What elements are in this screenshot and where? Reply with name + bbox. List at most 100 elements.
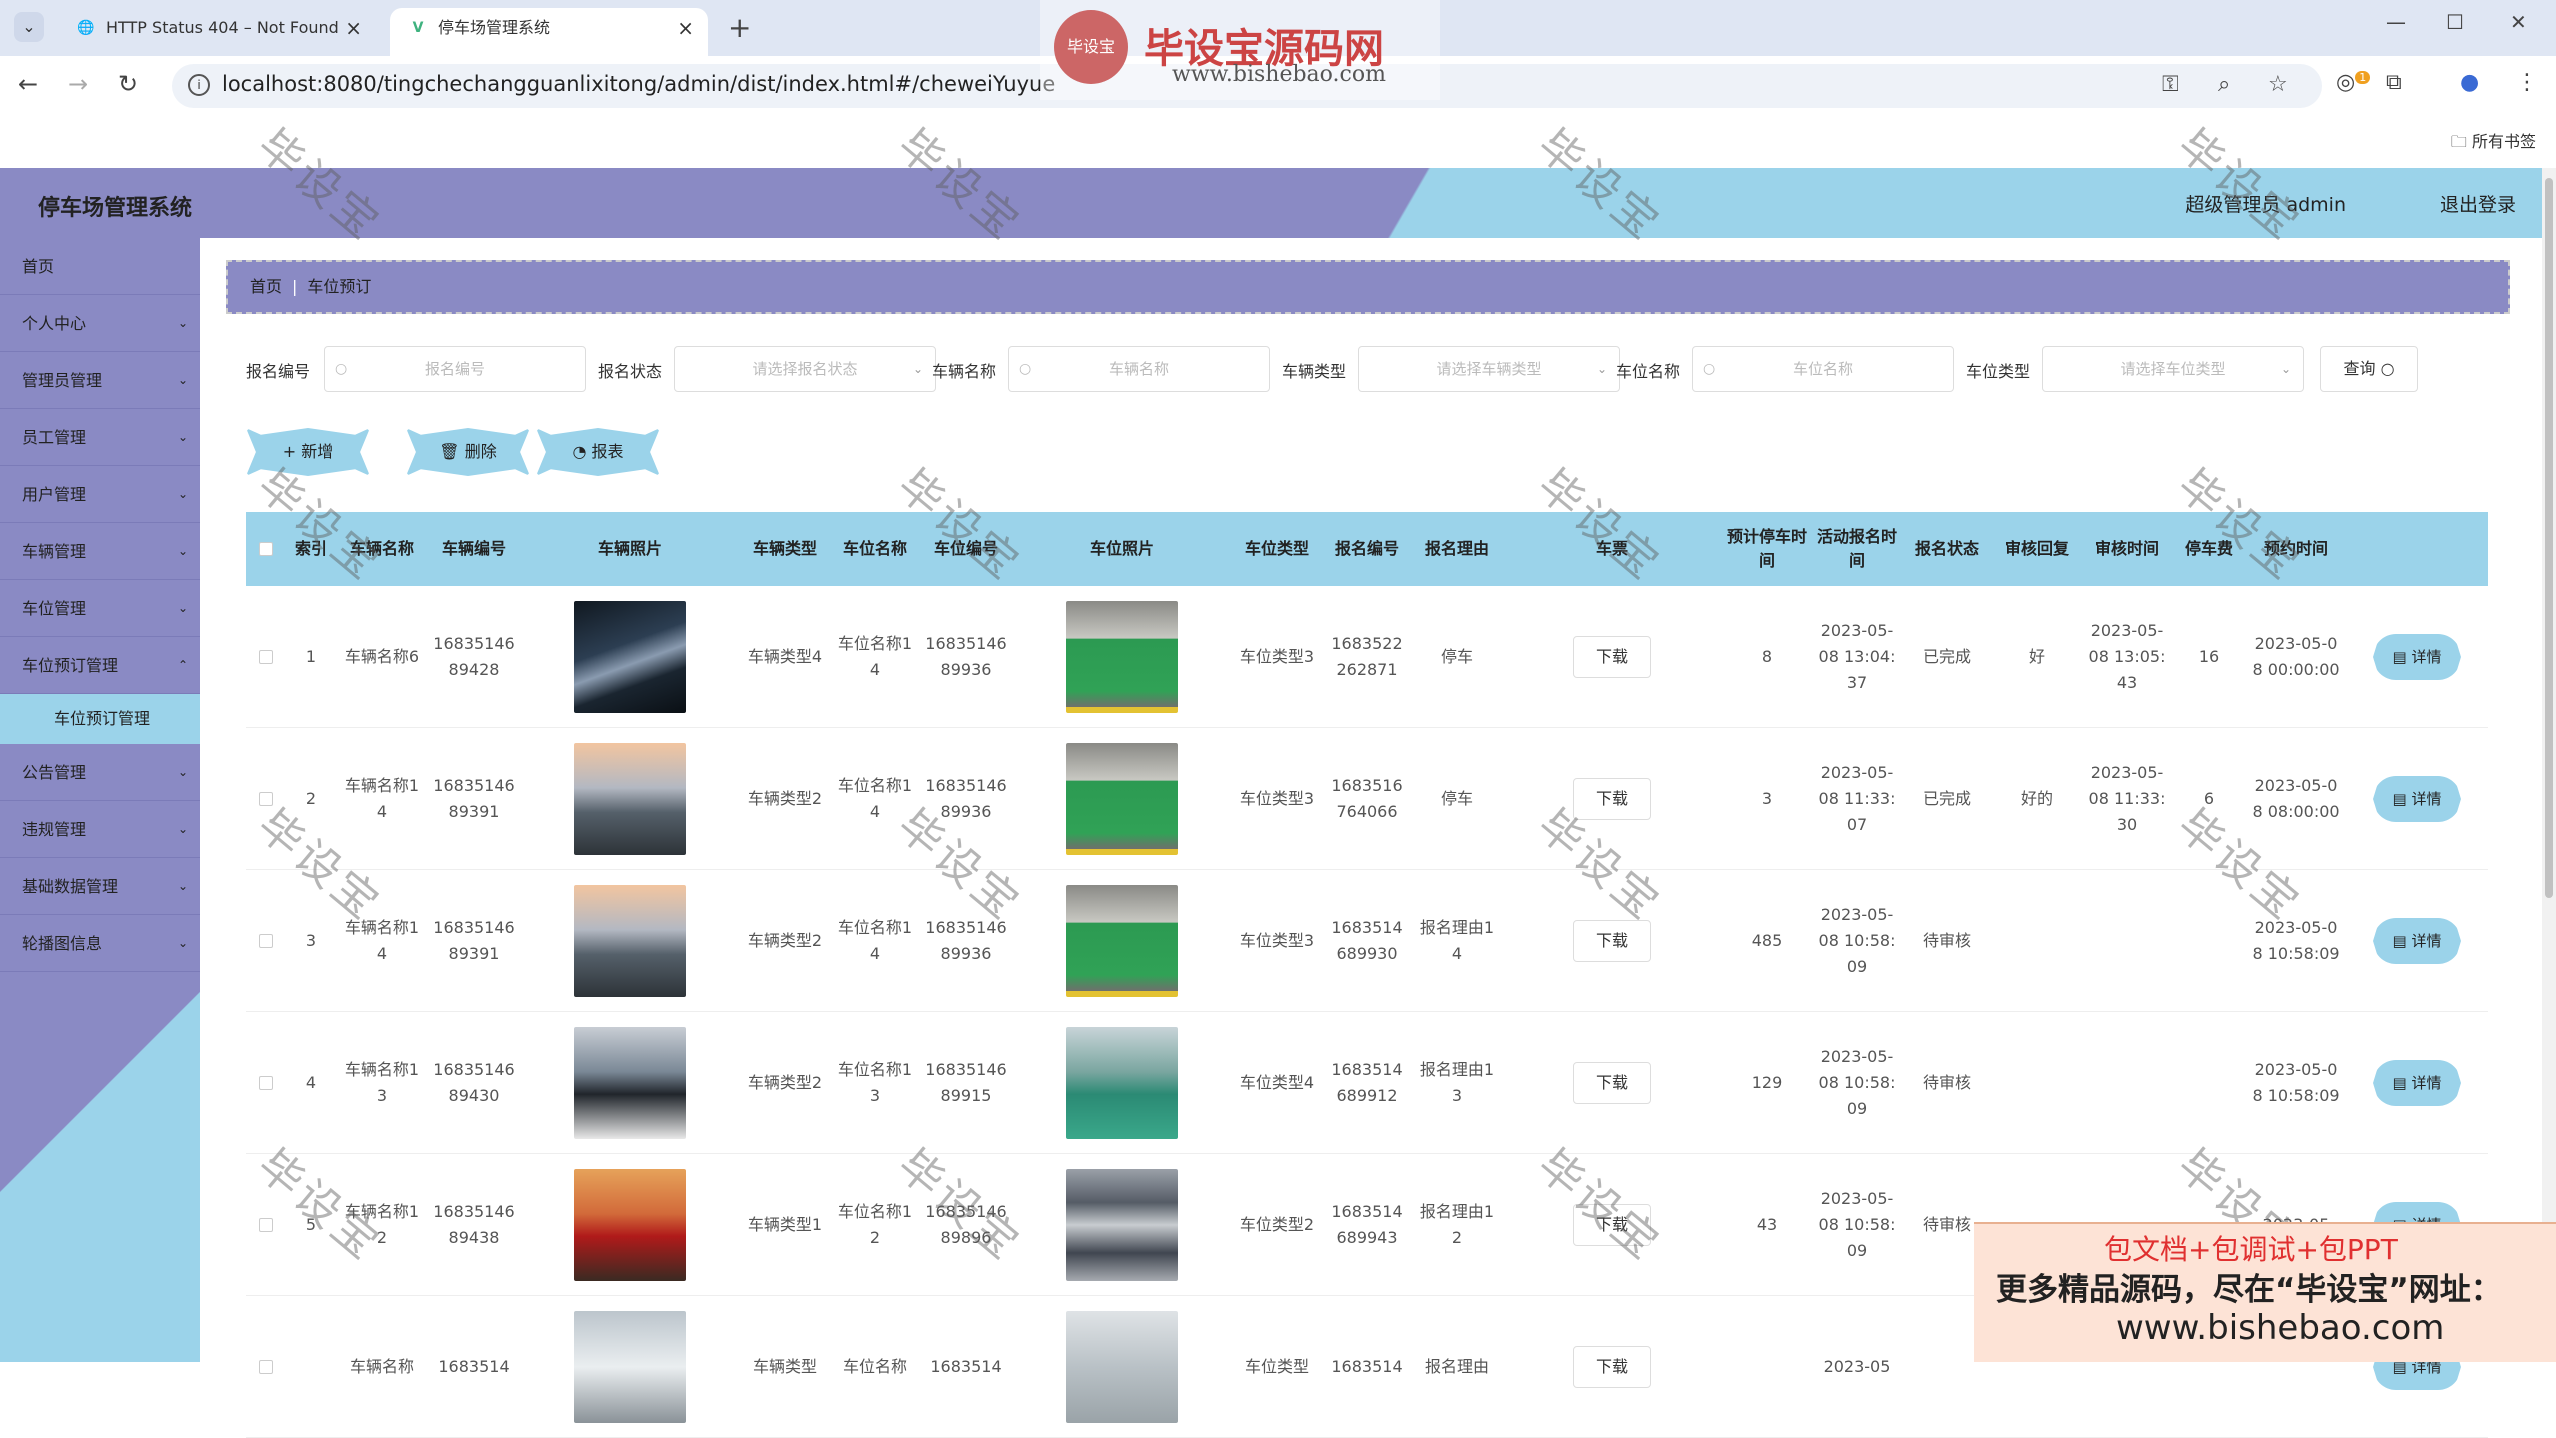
back-icon[interactable]: ← [18, 70, 38, 98]
zoom-icon[interactable]: ⌕ [2218, 72, 2230, 97]
maximize-icon[interactable]: ☐ [2446, 10, 2464, 34]
row-checkbox[interactable] [259, 792, 273, 806]
scrollbar-thumb[interactable] [2545, 178, 2553, 898]
car-name-input[interactable]: ○ 车辆名称 [1008, 346, 1270, 392]
car-photo[interactable] [574, 885, 686, 997]
sidebar-item-staff[interactable]: 员工管理 ⌄ [0, 409, 200, 466]
filter-label: 报名状态 [598, 362, 663, 381]
row-checkbox[interactable] [259, 934, 273, 948]
download-ticket-button[interactable]: 下载 [1573, 1204, 1651, 1246]
profile-icon[interactable]: ● [2460, 70, 2479, 95]
filter-label: 车辆名称 [932, 362, 997, 381]
sidebar-item-violations[interactable]: 违规管理 ⌄ [0, 801, 200, 858]
cell-text: 4 [305, 1073, 317, 1092]
extension-badge-icon[interactable]: ◎ 1 [2336, 70, 2371, 95]
parking-space-photo[interactable] [1066, 743, 1178, 855]
row-checkbox[interactable] [259, 1360, 273, 1374]
reload-icon[interactable]: ↻ [118, 70, 138, 98]
chevron-down-icon: ⌄ [177, 765, 188, 779]
photo-cell [1012, 586, 1232, 728]
url-text[interactable]: localhost:8080/tingchechangguanlixitong/… [222, 72, 1055, 96]
row-checkbox[interactable] [259, 1076, 273, 1090]
close-tab-icon[interactable]: × [345, 8, 362, 48]
add-button[interactable]: + 新增 [246, 428, 370, 476]
page-scrollbar[interactable] [2542, 168, 2556, 1362]
delete-button[interactable]: 🗑 删除 [406, 428, 530, 476]
select-all-checkbox[interactable] [246, 512, 286, 586]
bookmark-star-icon[interactable]: ☆ [2268, 72, 2288, 97]
cell-est-time: 8 [1722, 586, 1812, 728]
checkbox[interactable] [259, 542, 273, 556]
parking-space-photo[interactable] [1066, 601, 1178, 713]
extensions-icon[interactable]: ⧉ [2386, 70, 2402, 95]
parking-space-photo[interactable] [1066, 1311, 1178, 1423]
cell-text: 8 [1761, 647, 1773, 666]
detail-button[interactable]: ▤ 详情 [2373, 1060, 2461, 1106]
site-info-icon[interactable]: i [188, 74, 210, 96]
car-type-select[interactable]: 请选择车辆类型 ⌄ [1358, 346, 1620, 392]
breadcrumb-home[interactable]: 首页 [250, 277, 282, 296]
filter-bar: 报名编号 ○ 报名编号 报名状态 请选择报名状态 ⌄ 车辆名称 ○ 车辆名称 车辆类型… [246, 346, 2546, 392]
sidebar-subitem-reservations[interactable]: 车位预订管理 [0, 694, 200, 744]
sidebar-item-vehicles[interactable]: 车辆管理 ⌄ [0, 523, 200, 580]
browser-tab-404[interactable]: 🌐 HTTP Status 404 – Not Found × [58, 8, 376, 56]
signup-no-input[interactable]: ○ 报名编号 [324, 346, 586, 392]
car-photo[interactable] [574, 1169, 686, 1281]
sidebar-item-admins[interactable]: 管理员管理 ⌄ [0, 352, 200, 409]
sidebar-item-notices[interactable]: 公告管理 ⌄ [0, 744, 200, 801]
download-ticket-button[interactable]: 下载 [1573, 1346, 1651, 1388]
parking-space-photo[interactable] [1066, 1027, 1178, 1139]
signup-status-select[interactable]: 请选择报名状态 ⌄ [674, 346, 936, 392]
sidebar-item-home[interactable]: 首页 [0, 238, 200, 295]
table-row[interactable]: 3 车辆名称14 1683514689391 车辆类型2 车位名称14 168351468… [246, 870, 2488, 1012]
add-label: 新增 [301, 442, 334, 461]
close-tab-icon[interactable]: × [677, 8, 694, 48]
detail-button[interactable]: ▤ 详情 [2373, 776, 2461, 822]
cell-text: 2023-05-08 11:33:30 [2088, 763, 2166, 834]
space-name-input[interactable]: ○ 车位名称 [1692, 346, 1954, 392]
car-photo[interactable] [574, 1311, 686, 1423]
sidebar-item-reservations[interactable]: 车位预订管理 ⌃ [0, 637, 200, 694]
new-tab-button[interactable]: + [728, 8, 751, 48]
filter-label: 报名编号 [246, 362, 311, 381]
cell-signup-time: 2023-05 [1812, 1296, 1902, 1438]
cell-text: 好的 [2020, 789, 2053, 808]
table-row[interactable]: 1 车辆名称6 1683514689428 车辆类型4 车位名称14 1683514689… [246, 586, 2488, 728]
download-ticket-button[interactable]: 下载 [1573, 1062, 1651, 1104]
cell-index: 1 [286, 586, 336, 728]
query-button[interactable]: 查询 ○ [2320, 346, 2418, 392]
forward-icon[interactable]: → [68, 70, 88, 98]
car-photo[interactable] [574, 743, 686, 855]
download-ticket-button[interactable]: 下载 [1573, 778, 1651, 820]
download-ticket-button[interactable]: 下载 [1573, 920, 1651, 962]
car-photo[interactable] [574, 601, 686, 713]
space-type-select[interactable]: 请选择车位类型 ⌄ [2042, 346, 2304, 392]
sidebar-item-users[interactable]: 用户管理 ⌄ [0, 466, 200, 523]
logout-link[interactable]: 退出登录 [2440, 190, 2516, 217]
cell-car-no: 1683514689391 [428, 870, 520, 1012]
report-button[interactable]: ◔ 报表 [536, 428, 660, 476]
all-bookmarks[interactable]: 🗀 所有书签 [2451, 128, 2536, 158]
detail-button[interactable]: ▤ 详情 [2373, 918, 2461, 964]
row-checkbox[interactable] [259, 1218, 273, 1232]
tab-search-button[interactable]: ⌄ [14, 12, 44, 42]
sidebar-item-carousel[interactable]: 轮播图信息 ⌄ [0, 915, 200, 972]
sidebar-item-spaces[interactable]: 车位管理 ⌄ [0, 580, 200, 637]
download-ticket-button[interactable]: 下载 [1573, 636, 1651, 678]
close-window-icon[interactable]: ✕ [2510, 10, 2527, 34]
menu-icon[interactable]: ⋮ [2516, 70, 2538, 95]
row-checkbox[interactable] [259, 650, 273, 664]
sidebar-item-profile[interactable]: 个人中心 ⌄ [0, 295, 200, 352]
minimize-icon[interactable]: — [2386, 10, 2406, 34]
browser-tab-active[interactable]: V 停车场管理系统 × [390, 8, 708, 56]
parking-space-photo[interactable] [1066, 885, 1178, 997]
sidebar-item-basedata[interactable]: 基础数据管理 ⌄ [0, 858, 200, 915]
car-photo[interactable] [574, 1027, 686, 1139]
table-row[interactable]: 4 车辆名称13 1683514689430 车辆类型2 车位名称13 168351468… [246, 1012, 2488, 1154]
cell-signup-no: 1683516764066 [1322, 728, 1412, 870]
detail-button[interactable]: ▤ 详情 [2373, 634, 2461, 680]
parking-space-photo[interactable] [1066, 1169, 1178, 1281]
password-key-icon[interactable]: ⚿ [2162, 72, 2179, 97]
cell-text: 车辆类型 [752, 1357, 817, 1376]
table-row[interactable]: 2 车辆名称14 1683514689391 车辆类型2 车位名称14 168351468… [246, 728, 2488, 870]
